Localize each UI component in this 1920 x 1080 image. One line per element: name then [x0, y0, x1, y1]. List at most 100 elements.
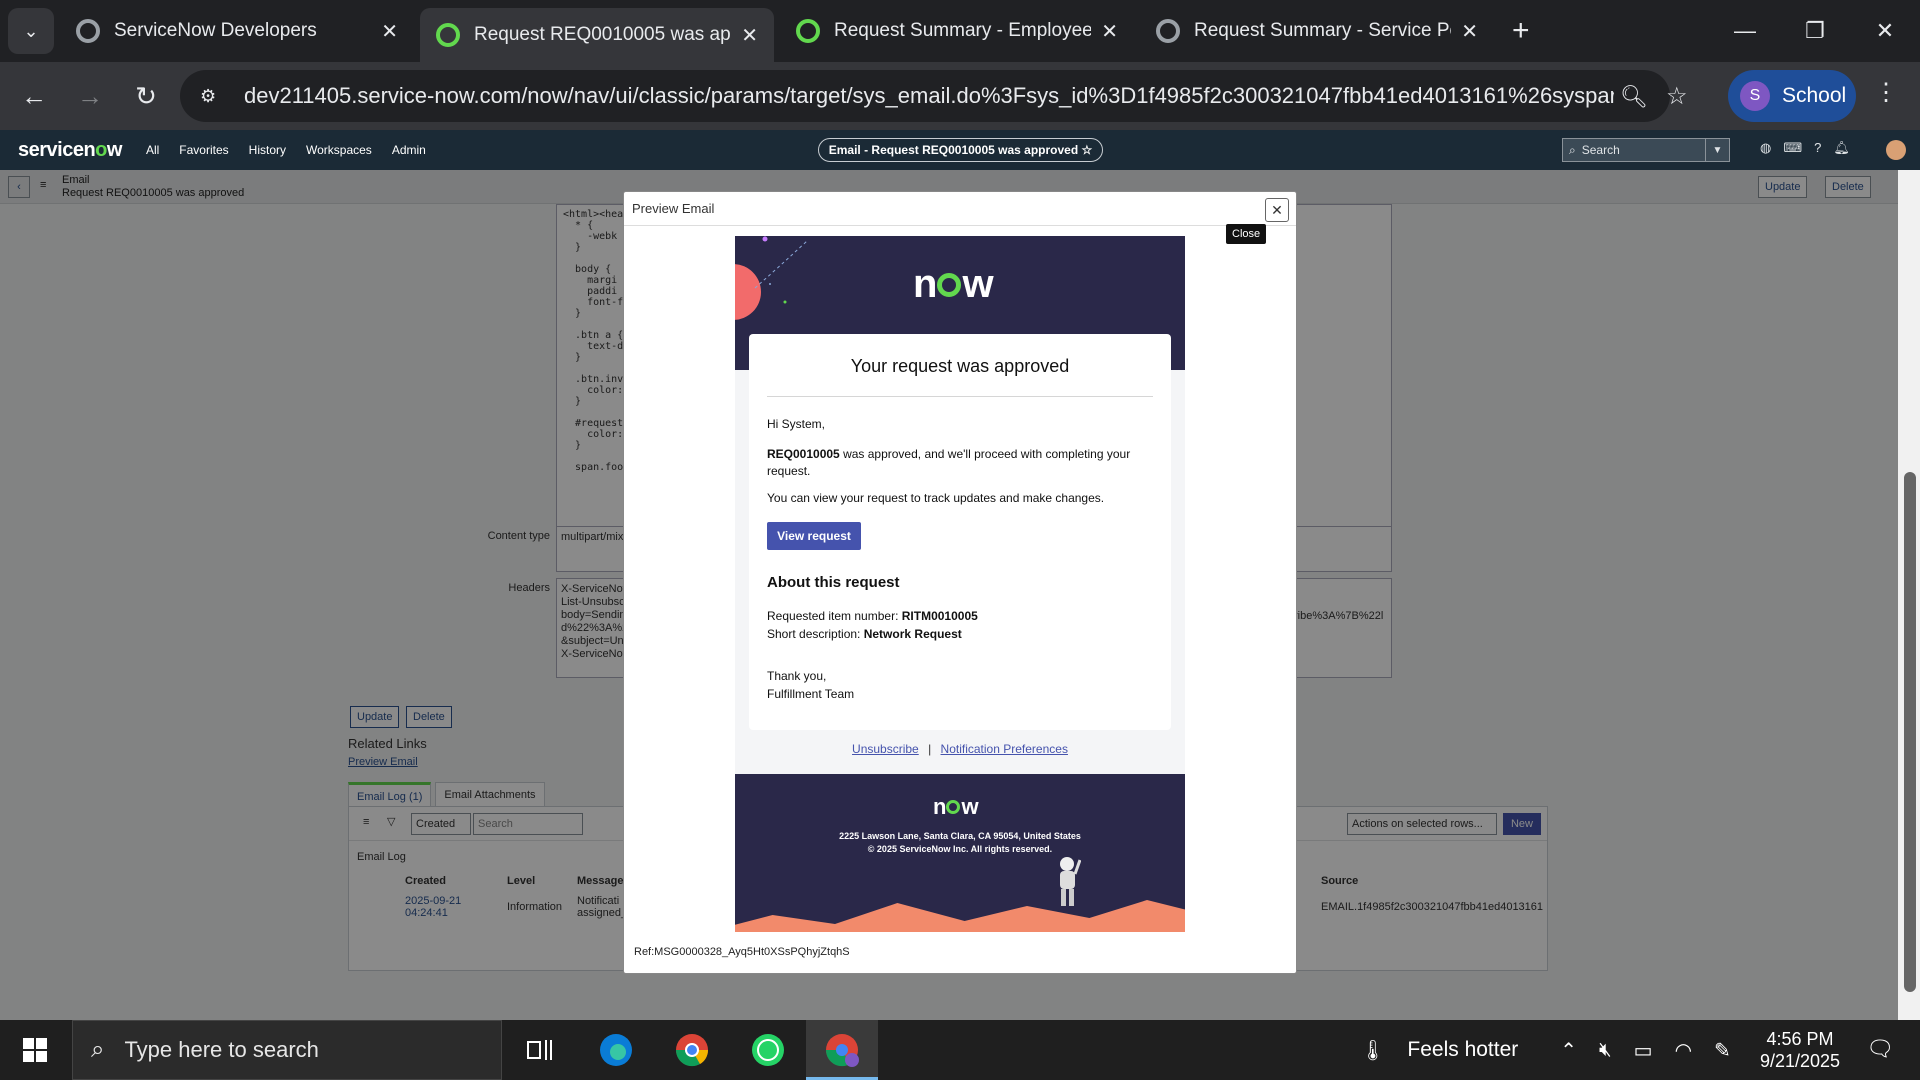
close-tab-icon[interactable]: ✕	[1101, 19, 1118, 44]
view-paragraph: You can view your request to track updat…	[767, 491, 1105, 505]
about-heading: About this request	[767, 574, 900, 591]
dunes-graphic	[735, 900, 1185, 932]
site-info-icon[interactable]: ⚙	[200, 86, 228, 107]
sn-main-nav: All Favorites History Workspaces Admin	[146, 143, 426, 157]
chevron-down-icon[interactable]: ▼	[1705, 139, 1729, 161]
tab-search-menu-icon[interactable]: ⌄	[8, 8, 54, 54]
email-footer: nw 2225 Lawson Lane, Santa Clara, CA 950…	[735, 774, 1185, 932]
close-tab-icon[interactable]: ✕	[741, 23, 758, 48]
nav-history[interactable]: History	[249, 143, 286, 157]
browser-tab-servicenow-developers[interactable]: ServiceNow Developers ✕	[60, 8, 414, 54]
now-logo-small: nw	[933, 794, 979, 819]
restore-icon[interactable]: ❐	[1780, 18, 1850, 44]
approved-paragraph: REQ0010005 was approved, and we'll proce…	[767, 447, 1131, 478]
edge-icon[interactable]	[596, 1030, 636, 1070]
chrome-icon[interactable]	[672, 1030, 712, 1070]
servicenow-header: servicenow All Favorites History Workspa…	[0, 130, 1920, 170]
context-record-pill[interactable]: Email - Request REQ0010005 was approved …	[818, 138, 1103, 162]
close-tab-icon[interactable]: ✕	[1461, 19, 1478, 44]
browser-tab-request-summary-employee[interactable]: Request Summary - Employee C ✕	[780, 8, 1134, 54]
profile-avatar: S	[1740, 81, 1770, 111]
browser-tab-request-approved[interactable]: Request REQ0010005 was appr ✕	[420, 8, 774, 62]
notification-preferences-link[interactable]: Notification Preferences	[941, 742, 1068, 756]
modal-title: Preview Email	[632, 201, 715, 216]
tab-title: Request Summary - Service Por	[1194, 20, 1452, 41]
globe-icon[interactable]: ◍	[1760, 140, 1771, 156]
preview-email-modal: Preview Email ✕ nw Your request was appr…	[623, 191, 1297, 974]
nav-favorites[interactable]: Favorites	[179, 143, 228, 157]
system-tray: 🌡︎ Feels hotter ⌃ 🔇︎ ▭ ◠ ✎	[1360, 1020, 1731, 1080]
windows-start-icon[interactable]	[0, 1038, 70, 1062]
sn-search-placeholder: Search	[1581, 143, 1620, 157]
page-scrollbar-thumb[interactable]	[1904, 472, 1916, 992]
whatsapp-icon[interactable]	[748, 1030, 788, 1070]
nav-workspaces[interactable]: Workspaces	[306, 143, 372, 157]
chevron-up-icon[interactable]: ⌃	[1560, 1038, 1577, 1063]
modal-header: Preview Email ✕	[624, 192, 1296, 226]
divider	[767, 396, 1153, 397]
browser-tab-request-summary-portal[interactable]: Request Summary - Service Por ✕	[1140, 8, 1494, 54]
zoom-magnifier-icon[interactable]: 🔍︎	[1620, 84, 1648, 110]
sn-global-search[interactable]: ⌕ Search ▼	[1562, 138, 1730, 162]
task-view-icon[interactable]	[520, 1030, 560, 1070]
clock-date: 9/21/2025	[1759, 1051, 1841, 1071]
wifi-icon[interactable]: ◠	[1675, 1038, 1692, 1063]
weather-text[interactable]: Feels hotter	[1407, 1038, 1518, 1062]
email-preview: nw Your request was approved Hi System, …	[735, 236, 1185, 932]
speaker-muted-icon[interactable]: 🔇︎	[1599, 1039, 1612, 1062]
astronaut-graphic	[1060, 857, 1081, 906]
taskbar-search-placeholder: Type here to search	[124, 1037, 319, 1062]
notification-center-icon[interactable]: 🗨︎	[1866, 1036, 1894, 1062]
help-icon[interactable]: ?	[1814, 140, 1821, 156]
servicenow-favicon-icon	[76, 19, 100, 43]
new-tab-plus-icon[interactable]: +	[1512, 14, 1530, 48]
search-icon: ⌕	[91, 1036, 105, 1063]
servicenow-logo[interactable]: servicenow	[18, 139, 122, 162]
team-signature: Fulfillment Team	[767, 687, 855, 701]
thank-you: Thank you,	[767, 669, 827, 683]
taskbar-search-box[interactable]: ⌕ Type here to search	[72, 1020, 502, 1080]
chat-icon[interactable]: ⌨	[1783, 140, 1802, 156]
requested-item-line: Requested item number: RITM0010005	[767, 609, 978, 623]
email-footer-links: Unsubscribe | Notification Preferences	[852, 742, 1068, 756]
user-avatar[interactable]	[1886, 140, 1906, 160]
clock-time: 4:56 PM	[1766, 1029, 1834, 1049]
profile-button[interactable]: S School	[1728, 70, 1856, 122]
minimize-icon[interactable]: —	[1710, 18, 1780, 44]
browser-menu-kebab-icon[interactable]: ⋮	[1874, 78, 1898, 107]
taskbar-clock[interactable]: 4:56 PM 9/21/2025	[1740, 1028, 1860, 1072]
unsubscribe-link[interactable]: Unsubscribe	[852, 742, 919, 756]
bookmark-star-icon[interactable]: ☆	[1666, 82, 1688, 111]
close-tab-icon[interactable]: ✕	[381, 19, 398, 44]
bell-icon[interactable]: 🔔︎	[1833, 140, 1850, 156]
short-description-line: Short description: Network Request	[767, 627, 962, 641]
message-reference: Ref:MSG0000328_Ayq5Ht0XSsPQhyjZtqhS	[634, 946, 850, 958]
pen-icon[interactable]: ✎	[1714, 1038, 1731, 1063]
sn-header-icons: ◍ ⌨ ? 🔔︎	[1760, 140, 1850, 156]
thermometer-icon[interactable]: 🌡︎	[1360, 1038, 1385, 1063]
chrome-profile-icon[interactable]	[822, 1030, 862, 1070]
profile-label: School	[1782, 84, 1847, 107]
view-request-button[interactable]: View request	[767, 522, 861, 550]
now-logo: nw	[913, 262, 994, 306]
battery-icon[interactable]: ▭	[1634, 1038, 1653, 1063]
url-text: dev211405.service-now.com/now/nav/ui/cla…	[244, 83, 1614, 108]
close-window-icon[interactable]: ✕	[1850, 18, 1920, 44]
address-bar[interactable]: ⚙ dev211405.service-now.com/now/nav/ui/c…	[180, 70, 1670, 122]
browser-tab-strip: ⌄ ServiceNow Developers ✕ Request REQ001…	[0, 0, 1920, 62]
forward-arrow-icon[interactable]: →	[62, 81, 118, 112]
email-heading: Your request was approved	[850, 356, 1070, 376]
email-card: Your request was approved Hi System, REQ…	[749, 334, 1171, 730]
close-tooltip: Close	[1226, 224, 1267, 244]
tab-title: ServiceNow Developers	[114, 20, 317, 41]
search-icon: ⌕	[1569, 142, 1576, 157]
nav-admin[interactable]: Admin	[392, 143, 426, 157]
nav-all[interactable]: All	[146, 143, 159, 157]
servicenow-favicon-icon	[796, 19, 820, 43]
servicenow-favicon-icon	[436, 23, 460, 47]
windows-taskbar: ⌕ Type here to search 🌡︎ Feels hotter ⌃ …	[0, 1020, 1920, 1080]
back-arrow-icon[interactable]: ←	[6, 81, 62, 112]
close-icon[interactable]: ✕	[1265, 198, 1289, 222]
reload-icon[interactable]: ↻	[118, 81, 174, 112]
request-number[interactable]: REQ0010005	[767, 447, 840, 461]
